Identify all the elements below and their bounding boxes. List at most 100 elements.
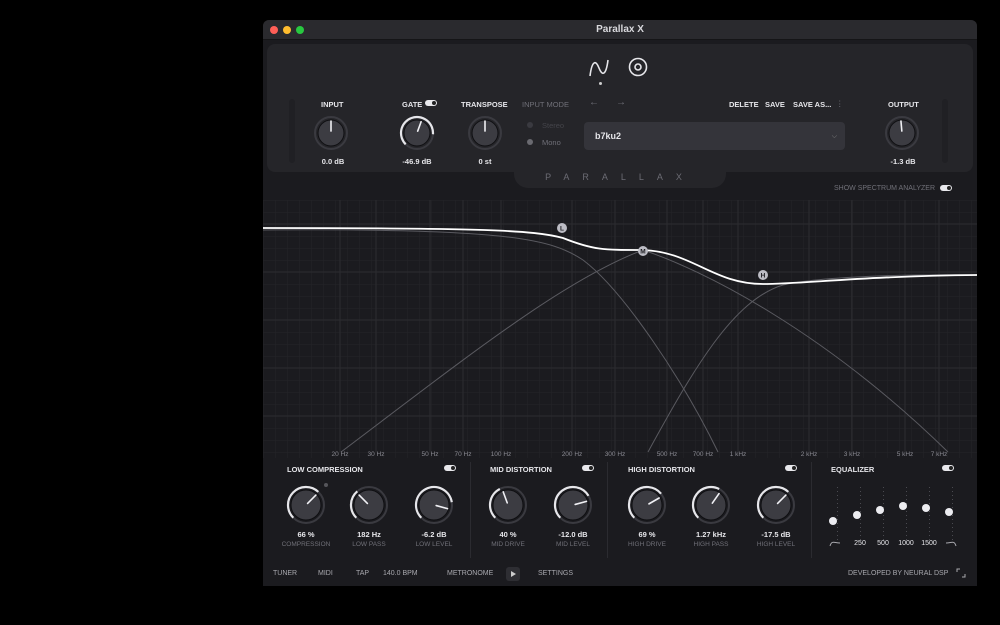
mid-level-knob[interactable] <box>552 484 594 526</box>
stereo-radio[interactable] <box>527 122 533 128</box>
high-pass-label: HIGH PASS <box>693 541 729 548</box>
frequency-label: 50 Hz <box>422 451 439 458</box>
mono-radio[interactable] <box>527 139 533 145</box>
mono-label: Mono <box>542 138 561 147</box>
active-module-indicator <box>599 82 602 85</box>
high-drive-label: HIGH DRIVE <box>628 541 666 548</box>
amp-waveform-icon[interactable] <box>588 56 610 80</box>
eq-band-1500-thumb[interactable] <box>922 504 930 512</box>
input-mode-label: INPUT MODE <box>522 100 569 109</box>
frequency-label: 500 Hz <box>657 451 678 458</box>
high-level-knob[interactable] <box>755 484 797 526</box>
low-compression-title: LOW COMPRESSION <box>287 465 363 474</box>
tuner-button[interactable]: TUNER <box>273 570 297 577</box>
band-marker-low[interactable]: L <box>557 223 567 233</box>
frequency-label: 300 Hz <box>605 451 626 458</box>
bpm-field[interactable]: 140.0 BPM <box>383 570 418 577</box>
high-pass-knob[interactable] <box>690 484 732 526</box>
eq-band-1000-thumb[interactable] <box>899 502 907 510</box>
high-level-label: HIGH LEVEL <box>756 541 796 548</box>
gate-value: -46.9 dB <box>402 157 432 166</box>
compression-label: COMPRESSION <box>281 541 331 548</box>
eq-band-250-thumb[interactable] <box>853 511 861 519</box>
crossover-analyzer[interactable]: L M H 20 Hz 30 Hz 50 Hz 70 Hz 100 Hz 200 Hz 30… <box>263 200 977 458</box>
eq-band-1500-track[interactable] <box>929 487 930 541</box>
input-label: INPUT <box>321 100 344 109</box>
low-pass-label: LOW PASS <box>352 541 386 548</box>
brand-wordmark: PARALLAX <box>545 172 695 182</box>
mid-drive-label: MID DRIVE <box>491 541 525 548</box>
low-pass-knob[interactable] <box>348 484 390 526</box>
band-marker-high[interactable]: H <box>758 270 768 280</box>
high-drive-knob[interactable] <box>626 484 668 526</box>
input-knob[interactable] <box>312 114 350 152</box>
eq-band-500-thumb[interactable] <box>876 506 884 514</box>
next-preset-arrow-icon[interactable]: → <box>616 97 626 108</box>
equalizer-toggle[interactable] <box>942 465 954 471</box>
previous-preset-arrow-icon[interactable]: ← <box>589 97 599 108</box>
transpose-label: TRANSPOSE <box>461 100 508 109</box>
mid-drive-knob[interactable] <box>487 484 529 526</box>
metronome-play-icon[interactable] <box>506 567 520 581</box>
frequency-label: 200 Hz <box>562 451 583 458</box>
svg-text:L: L <box>560 226 564 233</box>
midi-button[interactable]: MIDI <box>318 570 333 577</box>
plugin-window: Parallax X PARALLAX INPUT 0.0 dB GATE -4… <box>263 20 977 586</box>
transpose-knob[interactable] <box>466 114 504 152</box>
eq-band-1000-track[interactable] <box>906 487 907 541</box>
resize-icon[interactable] <box>956 568 966 578</box>
mid-level-value: -12.0 dB <box>558 530 588 539</box>
eq-low-shelf-track[interactable] <box>837 487 838 541</box>
sidechain-indicator <box>324 483 328 487</box>
mid-level-label: MID LEVEL <box>556 541 590 548</box>
eq-low-shelf-thumb[interactable] <box>829 517 837 525</box>
high-drive-value: 69 % <box>638 530 656 539</box>
settings-button[interactable]: SETTINGS <box>538 570 573 577</box>
frequency-label: 2 kHz <box>801 451 818 458</box>
tap-button[interactable]: TAP <box>356 570 369 577</box>
low-pass-value: 182 Hz <box>357 530 381 539</box>
window-title: Parallax X <box>596 24 644 35</box>
delete-button[interactable]: DELETE <box>729 100 759 109</box>
section-divider <box>470 462 471 558</box>
high-cut-icon <box>945 541 957 547</box>
metronome-button[interactable]: METRONOME <box>447 570 493 577</box>
band-marker-mid[interactable]: M <box>638 246 648 256</box>
low-compression-toggle[interactable] <box>444 465 456 471</box>
frequency-label: 30 Hz <box>368 451 385 458</box>
gate-toggle[interactable] <box>425 100 437 106</box>
chevron-down-icon: ⌵ <box>831 133 837 140</box>
output-meter <box>942 99 948 163</box>
output-knob[interactable] <box>883 114 921 152</box>
save-button[interactable]: SAVE <box>765 100 785 109</box>
show-spectrum-toggle[interactable] <box>940 185 952 191</box>
eq-band-500-track[interactable] <box>883 487 884 541</box>
developer-credit: DEVELOPED BY NEURAL DSP <box>848 570 949 577</box>
preset-selector[interactable]: b7ku2 ⌵ <box>584 122 845 150</box>
eq-high-shelf-thumb[interactable] <box>945 508 953 516</box>
save-as-button[interactable]: SAVE AS... <box>793 100 831 109</box>
cabinet-speaker-icon[interactable] <box>628 57 648 77</box>
low-level-knob[interactable] <box>413 484 455 526</box>
frequency-label: 3 kHz <box>844 451 861 458</box>
eq-band-label: 250 <box>854 540 866 547</box>
svg-text:H: H <box>761 273 766 280</box>
high-distortion-toggle[interactable] <box>785 465 797 471</box>
mid-distortion-toggle[interactable] <box>582 465 594 471</box>
mid-distortion-title: MID DISTORTION <box>490 465 552 474</box>
frequency-label: 1 kHz <box>730 451 747 458</box>
low-cut-icon <box>829 541 841 547</box>
section-divider <box>607 462 608 558</box>
high-pass-value: 1.27 kHz <box>695 530 727 539</box>
preset-name: b7ku2 <box>595 131 622 141</box>
low-level-label: LOW LEVEL <box>415 541 453 548</box>
low-level-value: -6.2 dB <box>421 530 447 539</box>
output-label: OUTPUT <box>888 100 919 109</box>
mid-drive-value: 40 % <box>499 530 517 539</box>
high-distortion-title: HIGH DISTORTION <box>628 465 695 474</box>
more-options-icon[interactable]: ⋮ <box>836 99 844 108</box>
compression-knob[interactable] <box>285 484 327 526</box>
gate-knob[interactable] <box>398 114 436 152</box>
frequency-label: 700 Hz <box>693 451 714 458</box>
show-spectrum-label: SHOW SPECTRUM ANALYZER <box>834 185 935 192</box>
